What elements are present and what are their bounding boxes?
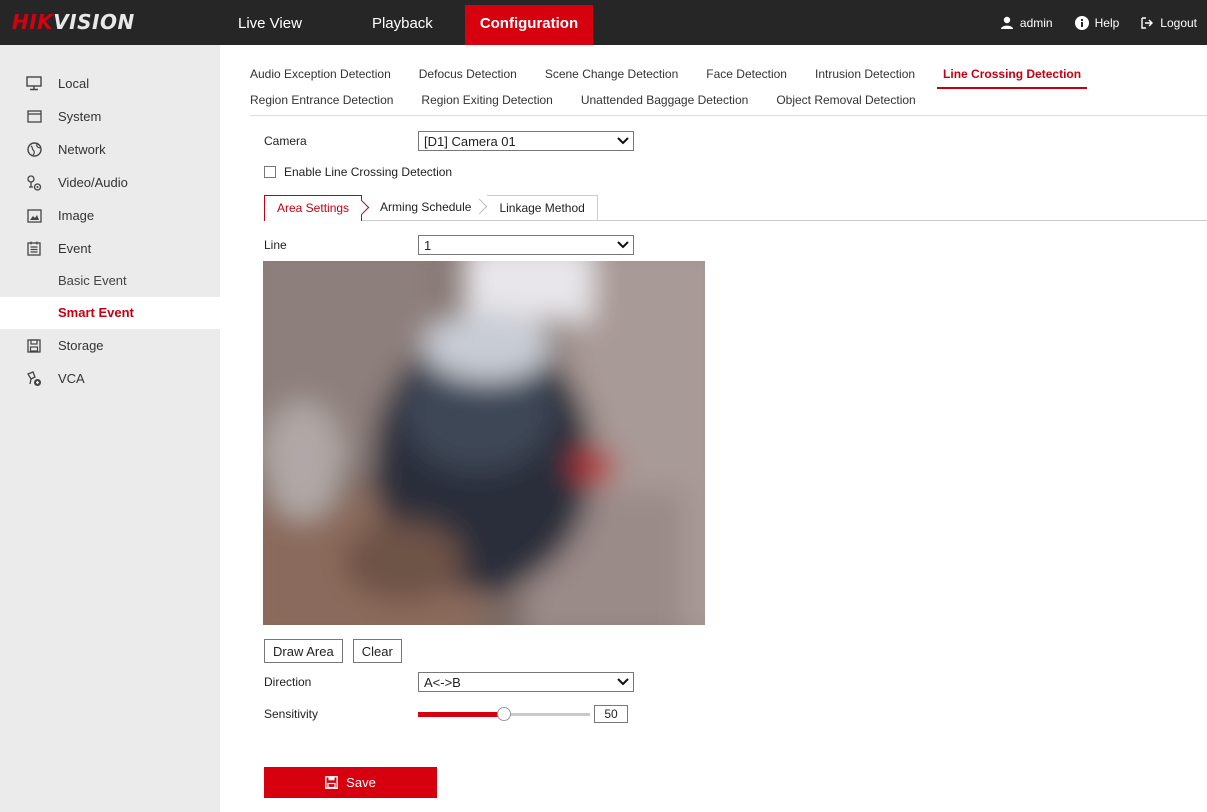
help-button[interactable]: Help <box>1074 15 1120 30</box>
slider-handle[interactable] <box>497 707 511 721</box>
tab-intrusion-detection[interactable]: Intrusion Detection <box>815 67 915 81</box>
camera-preview[interactable] <box>263 261 705 625</box>
sensitivity-slider[interactable] <box>418 707 590 721</box>
draw-area-button[interactable]: Draw Area <box>264 639 343 663</box>
logout-button[interactable]: Logout <box>1141 16 1197 30</box>
floppy-icon <box>26 338 42 354</box>
sensitivity-row: Sensitivity 50 <box>264 705 628 723</box>
direction-label: Direction <box>264 675 312 689</box>
tab-object-removal-detection[interactable]: Object Removal Detection <box>776 93 915 107</box>
sidebar-item-label: Local <box>58 76 90 91</box>
chevron-down-icon <box>617 137 629 145</box>
line-row: Line 1 <box>264 235 634 255</box>
user-menu[interactable]: admin <box>1000 16 1053 30</box>
username: admin <box>1019 15 1053 30</box>
sidebar-item-network[interactable]: Video/Audio Network <box>0 133 220 166</box>
sidebar-item-label: VCA <box>58 371 85 386</box>
user-icon <box>1000 16 1013 29</box>
tab-area-settings[interactable]: Area Settings <box>264 195 363 221</box>
top-navigation: Live View Playback Configuration <box>222 5 594 45</box>
sidebar-item-storage[interactable]: Storage <box>0 329 220 362</box>
tab-linkage-method[interactable]: Linkage Method <box>487 195 598 221</box>
sidebar-item-label: Event <box>58 241 92 256</box>
camera-row: Camera [D1] Camera 01 <box>264 131 634 151</box>
clear-button[interactable]: Clear <box>352 639 402 663</box>
tab-defocus-detection[interactable]: Defocus Detection <box>419 67 517 81</box>
save-label: Save <box>346 775 376 790</box>
globe-icon <box>26 142 42 158</box>
camera-select[interactable]: [D1] Camera 01 <box>418 131 634 151</box>
direction-select[interactable]: A<->B <box>418 672 634 692</box>
tab-region-entrance-detection[interactable]: Region Entrance Detection <box>250 93 393 107</box>
save-button[interactable]: Save <box>264 767 437 798</box>
camera-label: Camera <box>264 134 307 148</box>
detection-subtabs: Audio Exception Detection Defocus Detect… <box>250 61 1200 113</box>
sidebar-item-label: Image <box>58 208 95 223</box>
logout-icon <box>1141 16 1154 29</box>
subtab-row-2: Region Entrance Detection Region Exiting… <box>250 87 1200 113</box>
subtab-row-1: Audio Exception Detection Defocus Detect… <box>250 61 1200 89</box>
nav-configuration[interactable]: Configuration <box>464 5 594 45</box>
help-icon <box>1074 15 1089 30</box>
help-label: Help <box>1094 15 1120 30</box>
vca-icon <box>26 370 42 387</box>
sidebar-item-label: System <box>58 109 102 124</box>
tab-unattended-baggage-detection[interactable]: Unattended Baggage Detection <box>581 93 748 107</box>
sidebar-item-label: Video/Audio <box>58 175 128 190</box>
camera-preview-image <box>263 261 705 625</box>
sidebar-item-label: Storage <box>58 338 104 353</box>
top-right-menu: admin Help Logout <box>978 0 1197 45</box>
video-audio-icon <box>26 174 42 191</box>
line-label: Line <box>264 238 287 252</box>
tab-face-detection[interactable]: Face Detection <box>706 67 787 81</box>
tab-line-crossing-detection[interactable]: Line Crossing Detection <box>937 67 1088 89</box>
enable-row: Enable Line Crossing Detection <box>264 165 452 179</box>
window-icon <box>26 109 42 125</box>
tab-audio-exception-detection[interactable]: Audio Exception Detection <box>250 67 391 81</box>
save-icon <box>325 776 339 789</box>
tab-scene-change-detection[interactable]: Scene Change Detection <box>545 67 678 81</box>
slider-fill <box>418 712 504 717</box>
tab-arming-schedule[interactable]: Arming Schedule <box>368 195 483 221</box>
sensitivity-value-input[interactable]: 50 <box>594 705 628 723</box>
image-icon <box>26 208 42 224</box>
calendar-icon <box>26 241 42 257</box>
sidebar-item-system[interactable]: System <box>0 100 220 133</box>
sensitivity-label: Sensitivity <box>264 707 319 721</box>
sidebar-item-video-audio[interactable]: Video/Audio <box>0 166 220 199</box>
enable-checkbox[interactable] <box>264 166 276 178</box>
nav-playback[interactable]: Playback <box>318 5 447 45</box>
enable-label: Enable Line Crossing Detection <box>284 165 453 179</box>
sidebar-item-event[interactable]: Event <box>0 232 220 265</box>
line-select[interactable]: 1 <box>418 235 634 255</box>
top-bar: HIKVISION Live View Playback Configurati… <box>0 0 1207 45</box>
sidebar-item-smart-event[interactable]: Smart Event <box>0 297 220 329</box>
main-content: Audio Exception Detection Defocus Detect… <box>220 45 1207 812</box>
logout-label: Logout <box>1160 15 1197 30</box>
monitor-icon <box>26 76 42 92</box>
sidebar-item-local[interactable]: Local <box>0 67 220 100</box>
tab-region-exiting-detection[interactable]: Region Exiting Detection <box>421 93 552 107</box>
sidebar-item-basic-event[interactable]: Basic Event <box>0 265 220 297</box>
line-select-value: 1 <box>424 237 432 253</box>
divider <box>250 115 1207 116</box>
area-tabs: Area Settings Arming Schedule Linkage Me… <box>264 195 1207 221</box>
sidebar-item-image[interactable]: Image <box>0 199 220 232</box>
camera-select-value: [D1] Camera 01 <box>424 133 516 149</box>
chevron-down-icon <box>617 678 629 686</box>
sidebar: Local System Video/Audio Network Video/A… <box>0 45 220 812</box>
sidebar-item-vca[interactable]: VCA <box>0 362 220 395</box>
hikvision-logo: HIKVISION <box>12 10 135 34</box>
draw-buttons-row: Draw Area Clear <box>264 639 402 663</box>
direction-row: Direction A<->B <box>264 672 634 692</box>
nav-live-view[interactable]: Live View <box>222 5 318 45</box>
direction-select-value: A<->B <box>424 674 461 690</box>
sidebar-item-label: Network <box>58 142 106 157</box>
chevron-down-icon <box>617 241 629 249</box>
